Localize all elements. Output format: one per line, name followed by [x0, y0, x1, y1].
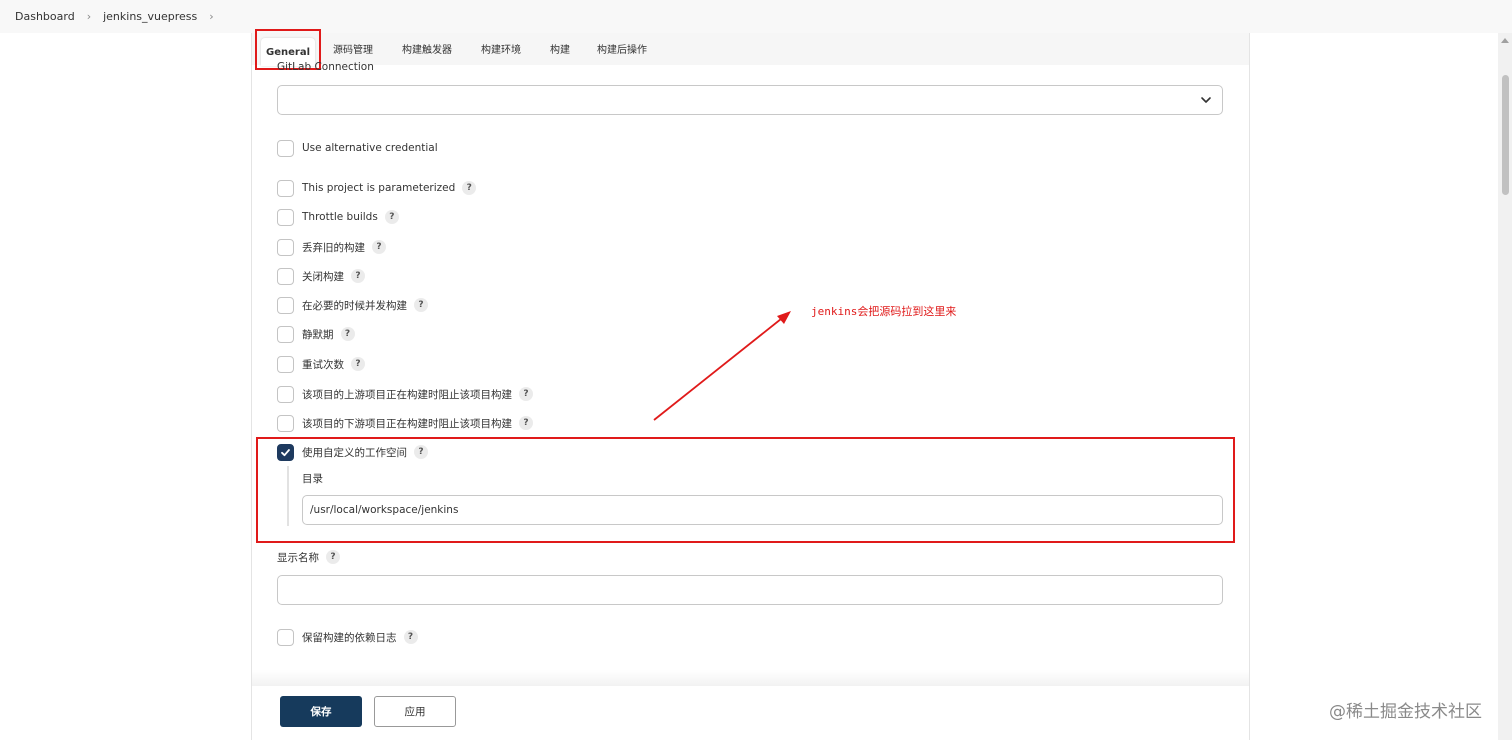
checkbox[interactable]: [277, 267, 294, 285]
checkbox[interactable]: [277, 179, 294, 197]
checkbox[interactable]: [277, 628, 294, 646]
option-retry-count[interactable]: 重试次数 ?: [277, 355, 365, 373]
help-icon[interactable]: ?: [414, 298, 428, 312]
help-icon[interactable]: ?: [384, 210, 399, 224]
watermark: @稀土掘金技术社区: [1329, 702, 1482, 722]
footer-divider: [252, 670, 1249, 686]
breadcrumb-separator-icon[interactable]: ›: [209, 10, 213, 23]
help-icon[interactable]: ?: [340, 327, 355, 341]
checkbox[interactable]: [277, 355, 294, 373]
option-label: 保留构建的依赖日志: [302, 631, 397, 644]
chevron-down-icon: [1201, 97, 1211, 103]
option-custom-workspace[interactable]: 使用自定义的工作空间 ?: [277, 443, 428, 461]
nested-section-bar: [287, 466, 289, 526]
checkbox[interactable]: [277, 385, 294, 403]
checkbox[interactable]: [277, 208, 294, 226]
option-label: 丢弃旧的构建: [302, 241, 365, 254]
help-icon[interactable]: ?: [326, 550, 340, 564]
help-icon[interactable]: ?: [519, 387, 533, 401]
tab-build-triggers[interactable]: 构建触发器: [402, 41, 452, 56]
tab-source-control[interactable]: 源码管理: [333, 41, 373, 56]
option-label: Use alternative credential: [302, 142, 438, 154]
breadcrumb-project[interactable]: jenkins_vuepress: [103, 10, 197, 23]
option-block-downstream[interactable]: 该项目的下游项目正在构建时阻止该项目构建 ?: [277, 414, 533, 432]
display-name-label-row: 显示名称 ?: [277, 549, 340, 565]
save-button[interactable]: 保存: [280, 696, 362, 727]
help-icon[interactable]: ?: [351, 357, 365, 371]
option-disable-build[interactable]: 关闭构建 ?: [277, 267, 365, 285]
config-tabbar: General 源码管理 构建触发器 构建环境 构建 构建后操作: [252, 33, 1249, 66]
option-label: 该项目的上游项目正在构建时阻止该项目构建: [302, 388, 512, 401]
annotation-text: jenkins会把源码拉到这里来: [811, 305, 957, 318]
checkbox[interactable]: [277, 296, 294, 314]
scroll-up-icon[interactable]: [1500, 36, 1510, 46]
help-icon[interactable]: ?: [403, 630, 418, 644]
option-label: 关闭构建: [302, 270, 344, 283]
tab-post-build[interactable]: 构建后操作: [597, 41, 647, 56]
option-throttle-builds[interactable]: Throttle builds ?: [277, 208, 399, 226]
gitlab-connection-label: GitLab Connection: [277, 61, 374, 73]
option-block-upstream[interactable]: 该项目的上游项目正在构建时阻止该项目构建 ?: [277, 385, 533, 403]
display-name-label: 显示名称: [277, 551, 319, 564]
checkbox[interactable]: [277, 414, 294, 432]
option-discard-old-builds[interactable]: 丢弃旧的构建 ?: [277, 238, 386, 256]
directory-label: 目录: [302, 473, 323, 485]
checkbox[interactable]: [277, 238, 294, 256]
display-name-input[interactable]: [277, 575, 1223, 605]
scrollbar-thumb[interactable]: [1502, 75, 1509, 195]
breadcrumb-separator-icon: ›: [86, 10, 92, 23]
option-label: This project is parameterized: [302, 182, 456, 194]
tab-build-environment[interactable]: 构建环境: [481, 41, 521, 56]
option-label: Throttle builds: [302, 211, 378, 223]
option-parameterized[interactable]: This project is parameterized ?: [277, 179, 477, 197]
help-icon[interactable]: ?: [462, 181, 477, 195]
apply-button[interactable]: 应用: [374, 696, 456, 727]
option-label: 使用自定义的工作空间: [302, 446, 407, 459]
gitlab-connection-select[interactable]: [277, 85, 1223, 115]
option-concurrent-builds[interactable]: 在必要的时候并发构建 ?: [277, 296, 428, 314]
option-label: 该项目的下游项目正在构建时阻止该项目构建: [302, 417, 512, 430]
option-label: 在必要的时候并发构建: [302, 299, 407, 312]
directory-input[interactable]: /usr/local/workspace/jenkins: [302, 495, 1223, 525]
breadcrumb-dashboard[interactable]: Dashboard: [15, 10, 75, 23]
option-label: 重试次数: [302, 358, 344, 371]
checkbox-checked[interactable]: [277, 443, 294, 461]
option-keep-dependency-log[interactable]: 保留构建的依赖日志 ?: [277, 628, 418, 646]
breadcrumb: Dashboard › jenkins_vuepress ›: [0, 0, 1512, 33]
option-quiet-period[interactable]: 静默期 ?: [277, 325, 355, 343]
checkmark-icon: [281, 448, 290, 456]
help-icon[interactable]: ?: [414, 445, 428, 459]
checkbox[interactable]: [277, 139, 294, 157]
tab-build[interactable]: 构建: [550, 41, 570, 56]
checkbox[interactable]: [277, 325, 294, 343]
help-icon[interactable]: ?: [351, 269, 365, 283]
option-label: 静默期: [302, 328, 334, 341]
option-use-alternative-credential[interactable]: Use alternative credential: [277, 139, 438, 157]
help-icon[interactable]: ?: [372, 240, 386, 254]
help-icon[interactable]: ?: [519, 416, 533, 430]
